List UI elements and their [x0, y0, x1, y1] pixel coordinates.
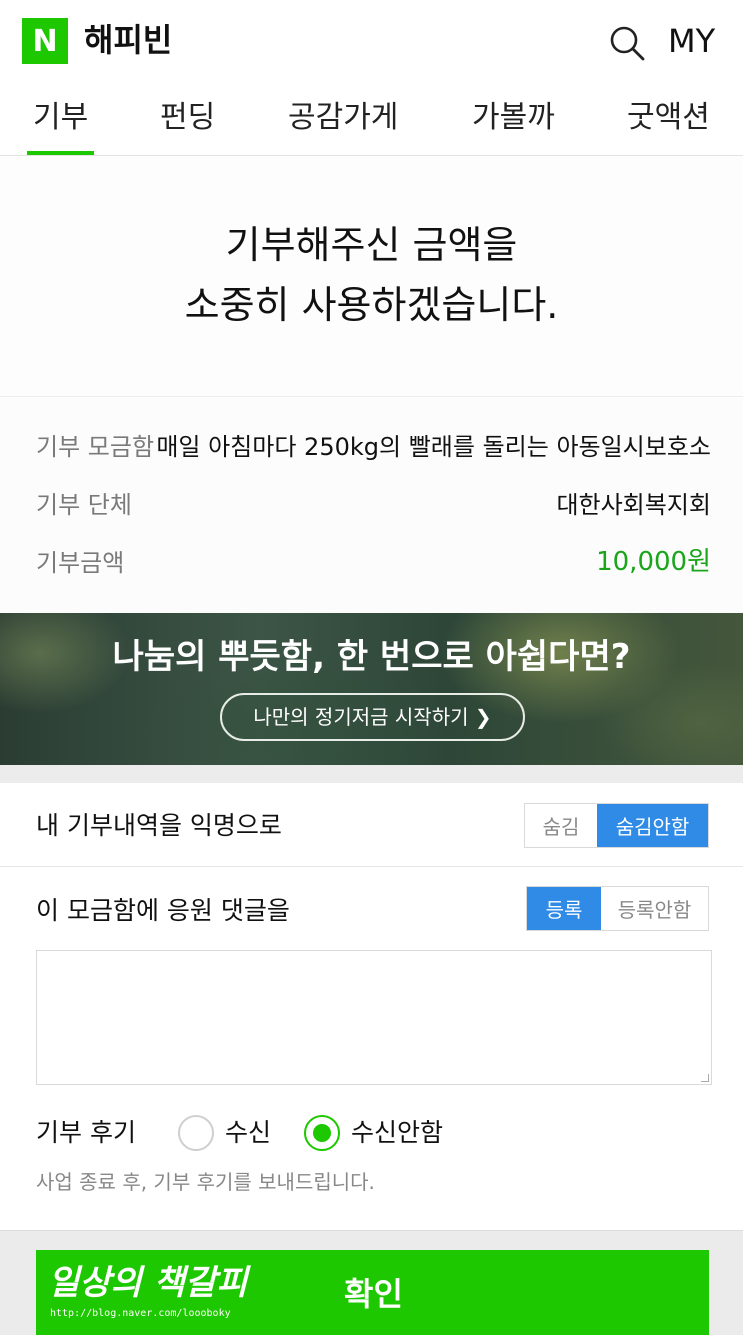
start-regular-saving-button[interactable]: 나만의 정기저금 시작하기 ❯ [220, 693, 525, 741]
banner-title: 나눔의 뿌듯함, 한 번으로 아쉽다면? [112, 637, 631, 677]
search-icon[interactable] [608, 24, 646, 62]
thank-you-line-1: 기부해주신 금액을 [225, 223, 518, 267]
thank-you-line-2: 소중히 사용하겠습니다. [184, 283, 559, 327]
hide-button[interactable]: 숨김 [525, 804, 597, 847]
naver-logo[interactable]: N [22, 18, 68, 64]
brand-title[interactable]: 해피빈 [84, 18, 172, 62]
comment-textarea[interactable] [36, 950, 712, 1085]
blog-watermark: 일상의 책갈피 [48, 1263, 248, 1303]
receive-radio[interactable] [178, 1115, 214, 1151]
no-receive-label[interactable]: 수신안함 [351, 1114, 443, 1152]
review-note: 사업 종료 후, 기부 후기를 보내드립니다. [36, 1170, 375, 1194]
my-menu-link[interactable]: MY [668, 20, 715, 62]
fund-value: 매일 아침마다 250kg의 빨래를 돌리는 아동일시보호소 [156, 433, 711, 461]
tab-funding[interactable]: 펀딩 [160, 96, 215, 140]
main-tabs: 기부 펀딩 공감가게 가볼까 굿액션 [0, 86, 743, 156]
register-button[interactable]: 등록 [527, 887, 601, 930]
anonymous-label: 내 기부내역을 익명으로 [36, 811, 282, 840]
regular-saving-banner[interactable]: 나눔의 뿌듯함, 한 번으로 아쉽다면? 나만의 정기저금 시작하기 ❯ [0, 613, 743, 765]
amount-value: 10,000원 [596, 547, 711, 577]
no-receive-radio[interactable] [304, 1115, 340, 1151]
tab-donate[interactable]: 기부 [33, 96, 88, 140]
amount-label: 기부금액 [36, 549, 125, 577]
thank-you-message: 기부해주신 금액을 소중히 사용하겠습니다. [0, 157, 743, 397]
donation-summary: 기부 모금함 매일 아침마다 250kg의 빨래를 돌리는 아동일시보호소 기부… [0, 398, 743, 613]
tab-shall-we-go[interactable]: 가볼까 [472, 96, 555, 140]
no-hide-button[interactable]: 숨김안함 [597, 804, 708, 847]
organization-label: 기부 단체 [36, 491, 132, 519]
active-tab-indicator [27, 151, 94, 155]
blog-watermark-url: http://blog.naver.com/loooboky [50, 1308, 231, 1319]
review-label: 기부 후기 [36, 1118, 136, 1147]
no-register-button[interactable]: 등록안함 [601, 887, 708, 930]
fund-label: 기부 모금함 [36, 433, 155, 461]
top-bar: N 해피빈 MY [0, 0, 743, 80]
anonymous-option-row: 내 기부내역을 익명으로 숨김 숨김안함 [0, 783, 743, 867]
tab-good-action[interactable]: 굿액션 [627, 96, 710, 140]
confirm-label: 확인 [344, 1275, 403, 1313]
organization-value: 대한사회복지회 [556, 491, 711, 519]
tab-empathy-store[interactable]: 공감가게 [288, 96, 398, 140]
confirm-button[interactable]: 일상의 책갈피 http://blog.naver.com/loooboky 확… [36, 1250, 709, 1335]
resize-handle-icon[interactable] [701, 1074, 709, 1082]
comment-label: 이 모금함에 응원 댓글을 [36, 896, 290, 925]
comment-toggle: 등록 등록안함 [526, 886, 709, 931]
anonymous-toggle: 숨김 숨김안함 [524, 803, 709, 848]
section-divider [0, 765, 743, 783]
receive-label[interactable]: 수신 [225, 1114, 271, 1152]
